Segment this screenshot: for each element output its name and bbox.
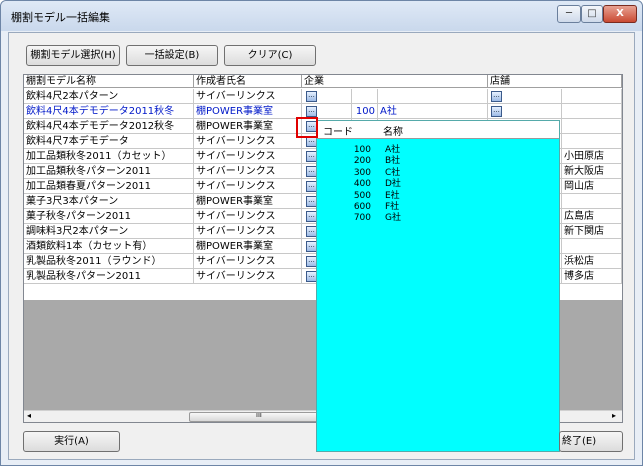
store-name-cell[interactable]	[562, 194, 622, 209]
company-name-cell[interactable]	[378, 89, 488, 104]
main-window: 棚割モデル一括編集 ─ □ X 棚割モデル選択(H) 一括設定(B) クリア(C…	[0, 0, 643, 466]
dropdown-item-code[interactable]: 600	[331, 202, 371, 213]
model-name-cell[interactable]: 加工品類春夏パターン2011	[24, 179, 194, 194]
table-row[interactable]: 飲料4尺4本デモデータ2011秋冬 棚POWER事業室 100 A社......	[24, 104, 622, 119]
creator-cell[interactable]: 棚POWER事業室	[194, 239, 302, 254]
creator-cell[interactable]: サイバーリンクス	[194, 164, 302, 179]
creator-cell[interactable]: 棚POWER事業室	[194, 119, 302, 134]
creator-cell[interactable]: サイバーリンクス	[194, 224, 302, 239]
window-title: 棚割モデル一括編集	[11, 11, 110, 24]
creator-cell[interactable]: サイバーリンクス	[194, 269, 302, 284]
creator-cell[interactable]: サイバーリンクス	[194, 254, 302, 269]
model-name-cell[interactable]: 飲料4尺7本デモデータ	[24, 134, 194, 149]
model-name-cell[interactable]: 飲料4尺2本パターン	[24, 89, 194, 104]
store-name-cell[interactable]	[562, 119, 622, 134]
creator-cell[interactable]: サイバーリンクス	[194, 179, 302, 194]
dropdown-item-code[interactable]: 200	[331, 156, 371, 167]
dropdown-item-code[interactable]: 300	[331, 168, 371, 179]
dropdown-item-name[interactable]: D社	[385, 179, 401, 190]
bulk-setting-button[interactable]: 一括設定(B)	[126, 45, 218, 66]
model-name-cell[interactable]: 菓子秋冬パターン2011	[24, 209, 194, 224]
store-name-cell[interactable]	[562, 134, 622, 149]
store-name-cell[interactable]: 新大阪店	[562, 164, 622, 179]
dropdown-item-name[interactable]: B社	[385, 156, 400, 167]
store-name-cell[interactable]: 広島店	[562, 209, 622, 224]
dropdown-item-code[interactable]: 100	[331, 145, 371, 156]
scroll-right-icon[interactable]: ▸	[612, 411, 616, 420]
model-name-cell[interactable]: 乳製品秋冬2011（ラウンド）	[24, 254, 194, 269]
clear-button[interactable]: クリア(C)	[224, 45, 316, 66]
dropdown-item-code[interactable]: 400	[331, 179, 371, 190]
store-ellipsis-button[interactable]: ...	[491, 106, 502, 117]
company-code-value[interactable]	[344, 89, 378, 104]
maximize-button[interactable]: □	[581, 5, 603, 23]
company-code-value[interactable]: 100	[344, 104, 378, 119]
dropdown-item-name[interactable]: C社	[385, 168, 400, 179]
dropdown-item-name[interactable]: F社	[385, 202, 399, 213]
store-name-cell[interactable]: 浜松店	[562, 254, 622, 269]
dropdown-header: コード 名称	[317, 121, 559, 139]
close-button[interactable]: X	[603, 5, 637, 23]
highlighted-ellipsis-button[interactable]	[296, 117, 318, 138]
creator-cell[interactable]: サイバーリンクス	[194, 134, 302, 149]
select-model-button[interactable]: 棚割モデル選択(H)	[26, 45, 120, 66]
table-row[interactable]: 飲料4尺2本パターン サイバーリンクス......	[24, 89, 622, 104]
store-name-cell[interactable]: 博多店	[562, 269, 622, 284]
model-name-cell[interactable]: 菓子3尺3本パターン	[24, 194, 194, 209]
dropdown-code-header: コード	[323, 127, 353, 138]
creator-cell[interactable]: サイバーリンクス	[194, 209, 302, 224]
scroll-left-icon[interactable]: ◂	[27, 411, 31, 420]
dropdown-name-header: 名称	[383, 127, 403, 138]
header-creator[interactable]: 作成者氏名	[194, 75, 302, 88]
exit-button[interactable]: 終了(E)	[559, 431, 623, 452]
model-name-cell[interactable]: 飲料4尺4本デモデータ2012秋冬	[24, 119, 194, 134]
dropdown-item-name[interactable]: E社	[385, 191, 400, 202]
header-model-name[interactable]: 棚割モデル名称	[24, 75, 194, 88]
creator-cell[interactable]: 棚POWER事業室	[194, 194, 302, 209]
creator-cell[interactable]: サイバーリンクス	[194, 149, 302, 164]
creator-cell[interactable]: サイバーリンクス	[194, 89, 302, 104]
model-name-cell[interactable]: 酒類飲料1本（カセット有）	[24, 239, 194, 254]
minimize-button[interactable]: ─	[557, 5, 581, 23]
creator-cell[interactable]: 棚POWER事業室	[194, 104, 302, 119]
store-name-cell[interactable]: 小田原店	[562, 149, 622, 164]
dropdown-item-name[interactable]: A社	[385, 145, 400, 156]
dropdown-item-code[interactable]: 500	[331, 191, 371, 202]
store-name-cell[interactable]	[562, 239, 622, 254]
dropdown-item-name[interactable]: G社	[385, 213, 401, 224]
store-name-cell[interactable]	[562, 104, 622, 119]
model-name-cell[interactable]: 乳製品秋冬パターン2011	[24, 269, 194, 284]
company-ellipsis-button[interactable]: ...	[306, 91, 317, 102]
model-name-cell[interactable]: 加工品類秋冬2011（カセット）	[24, 149, 194, 164]
company-name-cell[interactable]: A社	[378, 104, 488, 119]
store-name-cell[interactable]: 新下関店	[562, 224, 622, 239]
model-name-cell[interactable]: 加工品類秋冬パターン2011	[24, 164, 194, 179]
store-name-cell[interactable]	[562, 89, 622, 104]
model-name-cell[interactable]: 飲料4尺4本デモデータ2011秋冬	[24, 104, 194, 119]
company-ellipsis-button[interactable]: ...	[306, 106, 317, 117]
run-button[interactable]: 実行(A)	[23, 431, 120, 452]
grip-icon: ııı	[256, 411, 262, 419]
title-bar: 棚割モデル一括編集 ─ □ X	[1, 1, 642, 31]
company-dropdown-list[interactable]: コード 名称 100 A社 200 B社 300 C社 400 D社 500 E社 600 F社 700…	[316, 120, 560, 452]
dropdown-item-code[interactable]: 700	[331, 213, 371, 224]
store-ellipsis-button[interactable]: ...	[491, 91, 502, 102]
header-company[interactable]: 企業	[302, 75, 488, 88]
header-store[interactable]: 店舗	[488, 75, 622, 88]
store-name-cell[interactable]: 岡山店	[562, 179, 622, 194]
model-name-cell[interactable]: 調味料3尺2本パターン	[24, 224, 194, 239]
